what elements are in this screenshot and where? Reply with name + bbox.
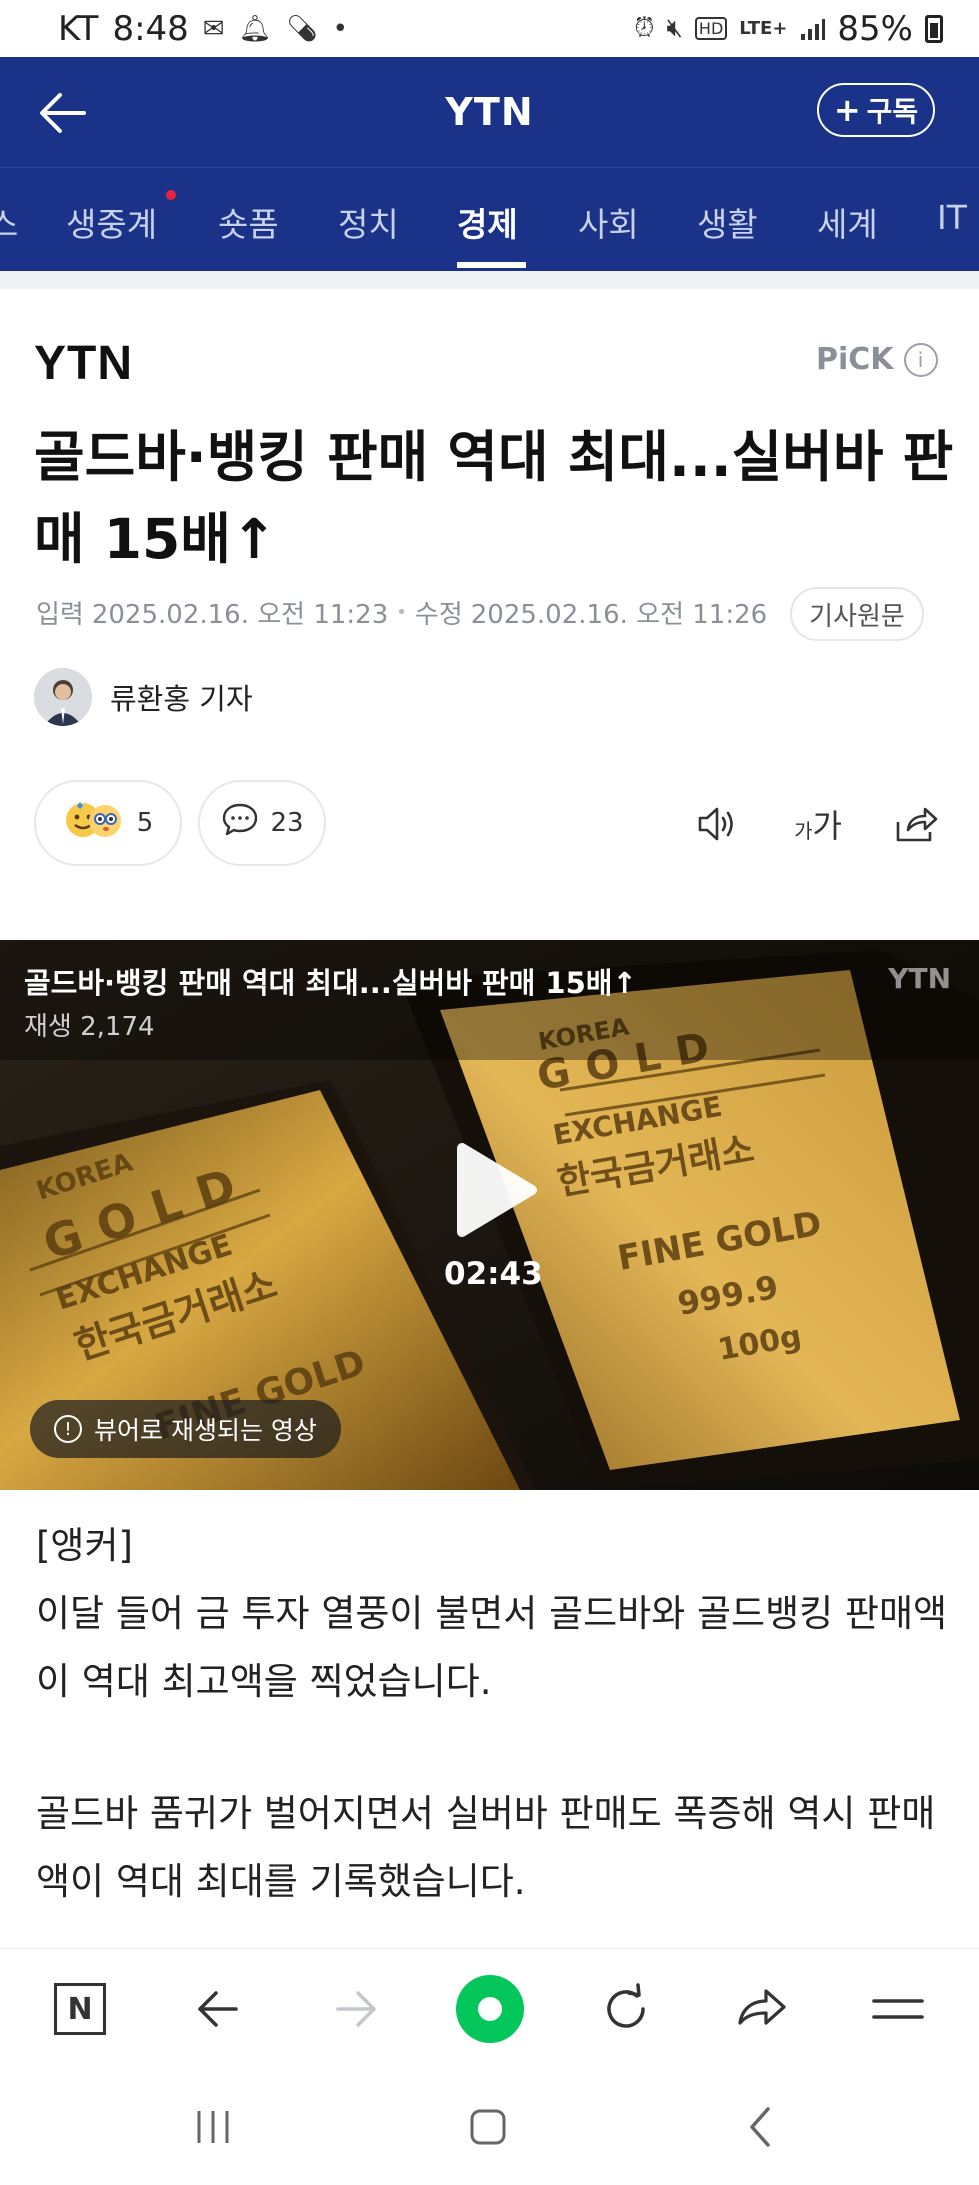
battery-icon [925, 14, 943, 43]
play-icon[interactable] [452, 1140, 538, 1240]
font-size-button[interactable]: 가가 [788, 798, 848, 850]
home-icon[interactable] [458, 2102, 518, 2152]
signal-icon [799, 16, 826, 42]
network-label: LTE+ [739, 18, 788, 39]
original-article-button[interactable]: 기사원문 [790, 587, 924, 641]
tab-politics[interactable]: 정치 [338, 198, 399, 246]
tab-economy[interactable]: 경제 [457, 198, 518, 246]
article-headline: 골드바·뱅킹 판매 역대 최대...실버바 판매 15배↑ [34, 425, 954, 571]
pick-label: PiCK [816, 342, 894, 377]
info-circle-icon: ! [54, 1415, 82, 1443]
alarm-icon: ⏰︎ [634, 13, 655, 43]
author-avatar [34, 668, 92, 726]
video-watermark: YTN [888, 962, 951, 995]
notification-dot: • [332, 13, 348, 44]
tab-life[interactable]: 생활 [697, 198, 758, 246]
share-arrow-icon[interactable] [732, 1979, 792, 2039]
back-arrow-icon[interactable] [34, 83, 94, 143]
comment-button[interactable]: 23 [198, 780, 326, 866]
menu-icon[interactable] [868, 1979, 928, 2039]
naver-home-label: N [54, 1983, 106, 2035]
mail-icon: ✉ [202, 13, 225, 44]
video-player[interactable]: KOREA GOLD EXCHANGE 한국금거래소 FINE GOLD KOR… [0, 940, 979, 1490]
emoji-reaction-icon [63, 800, 127, 847]
article-paragraph-2: 골드바 품귀가 벌어지면서 실버바 판매도 폭증해 역시 판매액이 역대 최대를… [36, 1792, 936, 1903]
active-tab-indicator [457, 262, 526, 268]
time-label: 8:48 [112, 8, 189, 49]
author-row[interactable]: 류환홍 기자 [34, 668, 253, 726]
viewer-notice-text: 뷰어로 재생되는 영상 [94, 1416, 317, 1445]
mute-icon: 🔇︎ [666, 13, 683, 43]
recent-apps-icon[interactable] [183, 2102, 243, 2152]
press-logo[interactable]: YTN [34, 336, 133, 391]
header-title: YTN [445, 90, 534, 134]
pill-icon: 💊︎ [285, 13, 319, 44]
app-header: YTN + 구독 [0, 57, 979, 167]
live-indicator-dot [166, 190, 176, 200]
video-duration: 02:43 [444, 1256, 543, 1292]
tab-shortform[interactable]: 숏폼 [218, 198, 279, 246]
system-back-icon[interactable] [730, 2102, 790, 2152]
info-icon: i [903, 342, 938, 377]
system-navigation-bar [0, 2068, 979, 2185]
modified-date: 2025.02.16. 오전 11:26 [470, 600, 768, 630]
tab-live[interactable]: 생중계 [66, 198, 157, 246]
share-icon[interactable] [890, 798, 942, 850]
browser-toolbar: N [0, 1948, 979, 2068]
refresh-icon[interactable] [596, 1979, 656, 2039]
plus-icon: + [833, 91, 861, 129]
bell-icon: 🔔︎ [238, 13, 272, 44]
speaker-icon[interactable] [690, 798, 742, 850]
input-label: 입력 [36, 600, 84, 630]
tab-it[interactable]: IT [937, 198, 967, 237]
video-play-count: 재생 2,174 [24, 1012, 155, 1042]
reaction-count: 5 [136, 808, 154, 838]
author-name: 류환홍 기자 [110, 682, 253, 716]
hd-icon: HD [694, 17, 728, 40]
status-bar: KT 8:48 ✉ 🔔︎ 💊︎ • ⏰︎ 🔇︎ HD LTE+ 85% [0, 0, 979, 57]
category-tabs: 스 생중계 숏폼 정치 경제 사회 생활 세계 IT [0, 167, 979, 271]
input-date: 2025.02.16. 오전 11:23 [91, 600, 389, 630]
pick-badge[interactable]: PiCK i [816, 342, 938, 377]
video-title: 골드바·뱅킹 판매 역대 최대...실버바 판매 15배↑ [24, 966, 637, 1000]
section-divider [0, 271, 979, 289]
article-meta: 입력 2025.02.16. 오전 11:23 • 수정 2025.02.16.… [36, 594, 767, 631]
font-size-small-label: 가 [794, 818, 813, 843]
modified-label: 수정 [414, 600, 463, 630]
font-size-large-label: 가 [812, 807, 842, 845]
battery-label: 85% [837, 8, 913, 49]
tab-partial[interactable]: 스 [0, 198, 18, 246]
reaction-button[interactable]: 5 [34, 780, 182, 866]
comment-icon [220, 800, 260, 847]
subscribe-button[interactable]: + 구독 [817, 83, 935, 137]
subscribe-label: 구독 [866, 95, 919, 128]
naver-home-icon[interactable]: N [50, 1979, 110, 2039]
green-dot-icon[interactable] [455, 1974, 525, 2044]
article-paragraph-1: 이달 들어 금 투자 열풍이 불면서 골드바와 골드뱅킹 판매액이 역대 최고액… [36, 1592, 948, 1703]
tab-world[interactable]: 세계 [817, 198, 878, 246]
meta-separator: • [396, 602, 407, 623]
carrier-label: KT [58, 8, 99, 49]
back-icon[interactable] [188, 1979, 248, 2039]
viewer-notice: ! 뷰어로 재생되는 영상 [30, 1400, 341, 1458]
article-paragraph-anchor: [앵커] [36, 1524, 133, 1567]
comment-count: 23 [270, 808, 304, 838]
forward-icon[interactable] [326, 1979, 386, 2039]
tab-society[interactable]: 사회 [578, 198, 639, 246]
